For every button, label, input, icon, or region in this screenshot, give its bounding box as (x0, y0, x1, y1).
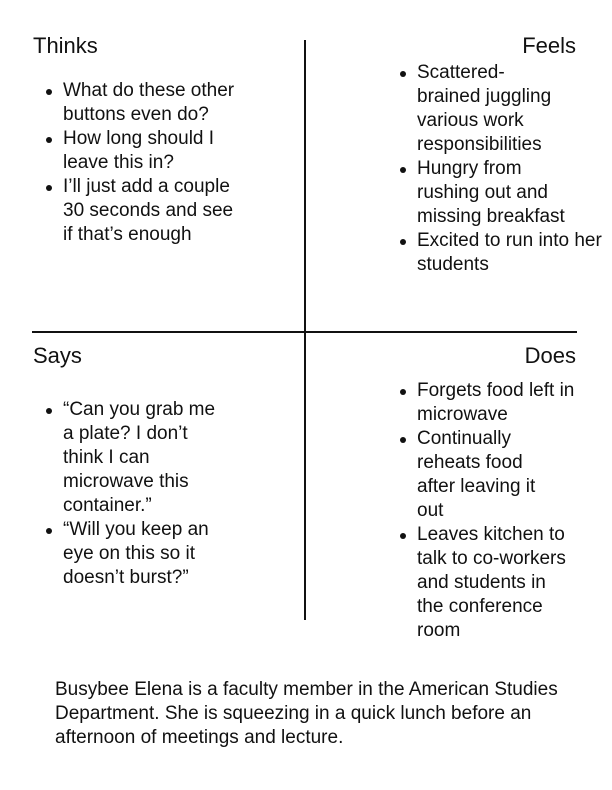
list-item: “Can you grab me a plate? I don’t think … (46, 398, 223, 518)
list-item: “Will you keep an eye on this so it does… (46, 518, 243, 590)
persona-description: Busybee Elena is a faculty member in the… (55, 679, 558, 748)
list-item: Hungry from rushing out and missing brea… (400, 157, 577, 229)
list-item: How long should I leave this in? (46, 127, 243, 175)
list-item: Leaves kitchen to talk to co-workers and… (400, 524, 566, 641)
horizontal-divider (32, 331, 577, 333)
says-list: “Can you grab me a plate? I don’t think … (41, 398, 243, 590)
feels-list: Scattered-brained juggling various work … (395, 61, 607, 277)
says-title: Says (33, 343, 82, 368)
does-title: Does (524, 343, 576, 368)
feels-title: Feels (522, 33, 576, 58)
list-item: Forgets food left in microwave (400, 379, 607, 427)
list-item: Excited to run into her students (400, 229, 607, 277)
thinks-title: Thinks (33, 33, 98, 58)
vertical-divider (304, 40, 306, 620)
list-item: Scattered-brained juggling various work … (400, 61, 557, 157)
list-item: What do these other buttons even do? (46, 79, 243, 127)
list-item: I’ll just add a couple 30 seconds and se… (46, 175, 243, 247)
list-item: Continually reheats food after leaving i… (400, 427, 557, 523)
does-list: Forgets food left in microwave Continual… (395, 379, 607, 643)
thinks-list: What do these other buttons even do? How… (41, 79, 243, 247)
